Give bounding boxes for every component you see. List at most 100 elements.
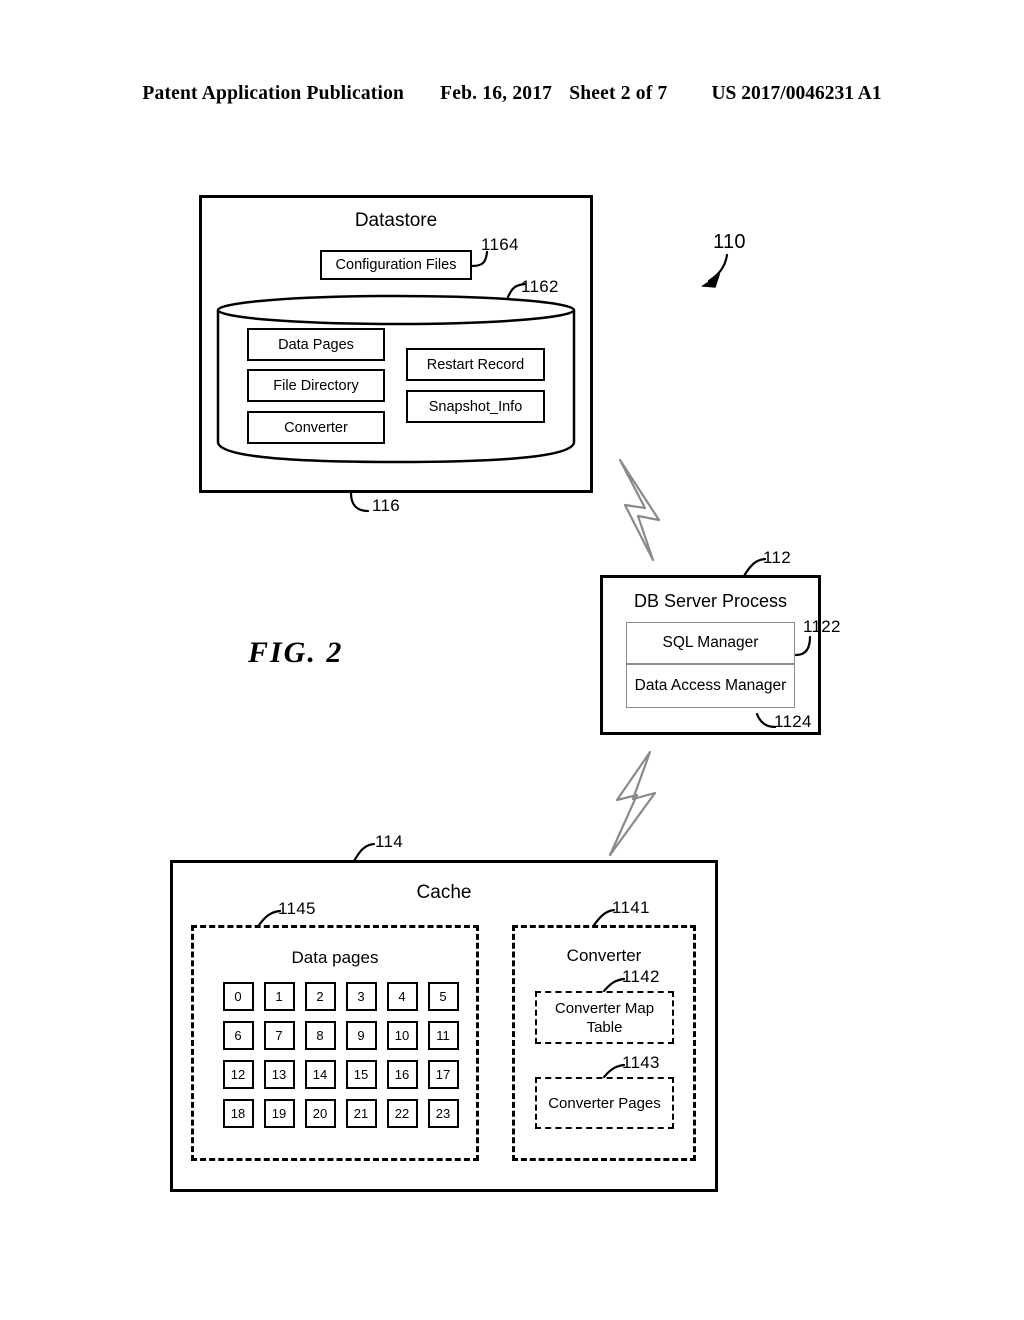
ref-1122: 1122 xyxy=(803,617,841,636)
data-page-cell-slot: 19 xyxy=(259,1094,299,1132)
datastore-to-db-server-lightning xyxy=(618,458,661,562)
leader-110 xyxy=(707,253,729,283)
data-page-cell: 19 xyxy=(263,1098,295,1128)
data-pages-box: Data Pages xyxy=(247,328,385,361)
data-page-cell-slot: 8 xyxy=(300,1016,340,1054)
data-page-cell-slot: 14 xyxy=(300,1055,340,1093)
data-page-cell-slot: 3 xyxy=(341,977,381,1015)
data-access-manager-box: Data Access Manager xyxy=(626,664,795,708)
configuration-files-label: Configuration Files xyxy=(335,257,457,273)
ref-116: 116 xyxy=(372,496,401,515)
restart-record-label: Restart Record xyxy=(426,356,525,373)
converter-datastore-box: Converter xyxy=(247,411,385,444)
cache-data-pages-title: Data pages xyxy=(291,948,379,967)
snapshot-info-box: Snapshot_Info xyxy=(406,390,545,423)
data-page-cell-slot: 21 xyxy=(341,1094,381,1132)
publication-date-sheet: Feb. 16, 2017 Sheet 2 of 7 xyxy=(440,83,667,105)
datastore-title: Datastore xyxy=(354,210,438,231)
converter-map-table-box: Converter Map Table xyxy=(535,991,674,1044)
leader-112 xyxy=(742,557,767,578)
data-page-cell-slot: 5 xyxy=(423,977,463,1015)
ref-1142: 1142 xyxy=(622,967,660,986)
data-page-cell: 9 xyxy=(345,1020,377,1050)
data-page-cell-slot: 18 xyxy=(218,1094,258,1132)
data-access-manager-label: Data Access Manager xyxy=(634,677,787,694)
publication-type: Patent Application Publication xyxy=(142,83,405,104)
db-server-process-title: DB Server Process xyxy=(633,591,788,611)
data-page-cell-slot: 15 xyxy=(341,1055,381,1093)
ref-1141: 1141 xyxy=(612,898,650,917)
data-page-cell: 23 xyxy=(427,1098,459,1128)
ref-110: 110 xyxy=(713,231,746,253)
sql-manager-label: SQL Manager xyxy=(662,634,759,651)
converter-pages-label: Converter Pages xyxy=(548,1094,661,1112)
data-page-cell: 13 xyxy=(263,1059,295,1089)
publication-header: Patent Application Publication Feb. 16, … xyxy=(0,83,1024,113)
file-directory-label: File Directory xyxy=(273,377,359,394)
data-page-cell-slot: 9 xyxy=(341,1016,381,1054)
converter-pages-box: Converter Pages xyxy=(535,1077,674,1129)
cache-converter-title: Converter xyxy=(566,946,642,965)
data-page-cell: 4 xyxy=(386,981,418,1011)
data-page-cell-slot: 0 xyxy=(218,977,258,1015)
ref-112: 112 xyxy=(763,548,792,567)
data-page-cell: 2 xyxy=(304,981,336,1011)
data-page-cell-slot: 10 xyxy=(382,1016,422,1054)
db-server-to-cache-lightning xyxy=(608,750,657,857)
configuration-files-box: Configuration Files xyxy=(320,250,472,280)
data-page-cell-slot: 4 xyxy=(382,977,422,1015)
sheet-number: Sheet 2 of 7 xyxy=(569,83,668,104)
data-page-cell-slot: 16 xyxy=(382,1055,422,1093)
sql-manager-box: SQL Manager xyxy=(626,622,795,664)
data-page-cell: 10 xyxy=(386,1020,418,1050)
file-directory-box: File Directory xyxy=(247,369,385,402)
data-pages-label: Data Pages xyxy=(278,336,354,353)
ref-1145: 1145 xyxy=(278,899,316,918)
publication-number: US 2017/0046231 A1 xyxy=(711,83,882,104)
data-page-cell: 7 xyxy=(263,1020,295,1050)
converter-datastore-label: Converter xyxy=(284,419,348,436)
data-page-cell: 12 xyxy=(222,1059,254,1089)
leader-116 xyxy=(349,491,370,513)
publication-date: Feb. 16, 2017 xyxy=(440,83,553,104)
data-page-cell: 18 xyxy=(222,1098,254,1128)
ref-1143: 1143 xyxy=(622,1053,660,1072)
restart-record-box: Restart Record xyxy=(406,348,545,381)
data-page-cell-slot: 1 xyxy=(259,977,299,1015)
data-page-cell: 1 xyxy=(263,981,295,1011)
leader-114 xyxy=(352,842,376,863)
patent-figure-page: Patent Application Publication Feb. 16, … xyxy=(0,0,1024,1320)
data-page-cell: 17 xyxy=(427,1059,459,1089)
converter-map-table-label: Converter Map Table xyxy=(554,999,655,1036)
snapshot-info-label: Snapshot_Info xyxy=(428,398,523,415)
data-page-cell: 14 xyxy=(304,1059,336,1089)
data-page-cell-slot: 13 xyxy=(259,1055,299,1093)
data-page-cell-grid: 0 1 2 3 4 5 6 7 8 9 10 11 12 13 14 15 16 17 18 19 20 21 22 23 xyxy=(218,977,463,1132)
data-page-cell: 6 xyxy=(222,1020,254,1050)
ref-114: 114 xyxy=(375,832,404,851)
data-page-cell-slot: 22 xyxy=(382,1094,422,1132)
data-page-cell-slot: 17 xyxy=(423,1055,463,1093)
data-page-cell: 15 xyxy=(345,1059,377,1089)
ref-1162: 1162 xyxy=(521,277,559,296)
data-page-cell-slot: 11 xyxy=(423,1016,463,1054)
data-page-cell-slot: 23 xyxy=(423,1094,463,1132)
data-page-cell-slot: 6 xyxy=(218,1016,258,1054)
data-page-cell: 20 xyxy=(304,1098,336,1128)
figure-caption: FIG. 2 xyxy=(248,636,344,669)
ref-110-arrowhead xyxy=(700,273,721,288)
data-page-cell: 21 xyxy=(345,1098,377,1128)
data-page-cell: 11 xyxy=(427,1020,459,1050)
data-page-cell: 0 xyxy=(222,981,254,1011)
data-page-cell: 22 xyxy=(386,1098,418,1128)
ref-1164: 1164 xyxy=(481,235,519,254)
data-page-cell: 5 xyxy=(427,981,459,1011)
data-page-cell-slot: 2 xyxy=(300,977,340,1015)
data-page-cell: 16 xyxy=(386,1059,418,1089)
ref-1124: 1124 xyxy=(774,712,812,731)
data-page-cell-slot: 7 xyxy=(259,1016,299,1054)
data-page-cell: 3 xyxy=(345,981,377,1011)
data-page-cell: 8 xyxy=(304,1020,336,1050)
data-page-cell-slot: 12 xyxy=(218,1055,258,1093)
data-page-cell-slot: 20 xyxy=(300,1094,340,1132)
